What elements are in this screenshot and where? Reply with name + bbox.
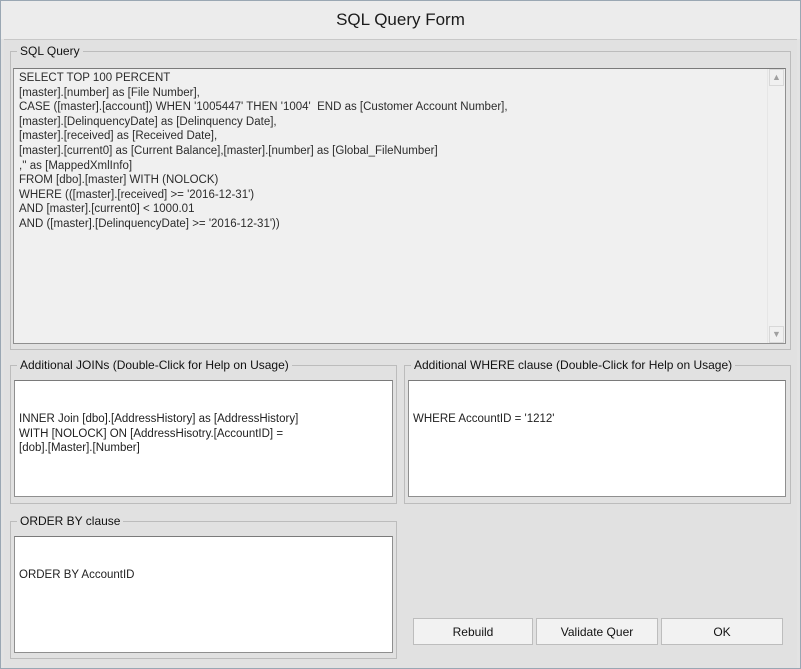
scroll-down-icon[interactable]: ▼ [769, 326, 784, 343]
sql-query-label: SQL Query [20, 44, 80, 58]
window-title: SQL Query Form [336, 10, 465, 29]
title-bar[interactable]: SQL Query Form [1, 1, 800, 39]
where-textarea[interactable]: WHERE AccountID = '1212' [408, 380, 786, 497]
joins-text: INNER Join [dbo].[AddressHistory] as [Ad… [19, 413, 299, 455]
sql-query-textarea[interactable]: SELECT TOP 100 PERCENT [master].[number]… [13, 68, 786, 344]
order-by-text: ORDER BY AccountID [19, 569, 135, 582]
validate-query-button-label: Validate Quer [560, 624, 634, 639]
where-text: WHERE AccountID = '1212' [413, 413, 555, 426]
scroll-up-icon[interactable]: ▲ [769, 69, 784, 86]
order-by-textarea[interactable]: ORDER BY AccountID [14, 536, 393, 653]
rebuild-button-label: Rebuild [452, 624, 494, 639]
where-label: Additional WHERE clause (Double-Click fo… [414, 358, 733, 372]
sql-query-text: SELECT TOP 100 PERCENT [master].[number]… [19, 72, 508, 230]
sql-query-form-window: SQL Query Form SQL Query SELECT TOP 100 … [0, 0, 801, 669]
rebuild-button[interactable]: Rebuild [413, 618, 533, 645]
sql-query-scrollbar[interactable]: ▲ ▼ [767, 69, 785, 343]
joins-textarea[interactable]: INNER Join [dbo].[AddressHistory] as [Ad… [14, 380, 393, 497]
validate-query-button[interactable]: Validate Quer [536, 618, 658, 645]
form-client-area: SQL Query SELECT TOP 100 PERCENT [master… [4, 39, 797, 668]
ok-button[interactable]: OK [661, 618, 783, 645]
order-by-label: ORDER BY clause [20, 514, 121, 528]
joins-label: Additional JOINs (Double-Click for Help … [20, 358, 289, 372]
ok-button-label: OK [713, 624, 731, 639]
